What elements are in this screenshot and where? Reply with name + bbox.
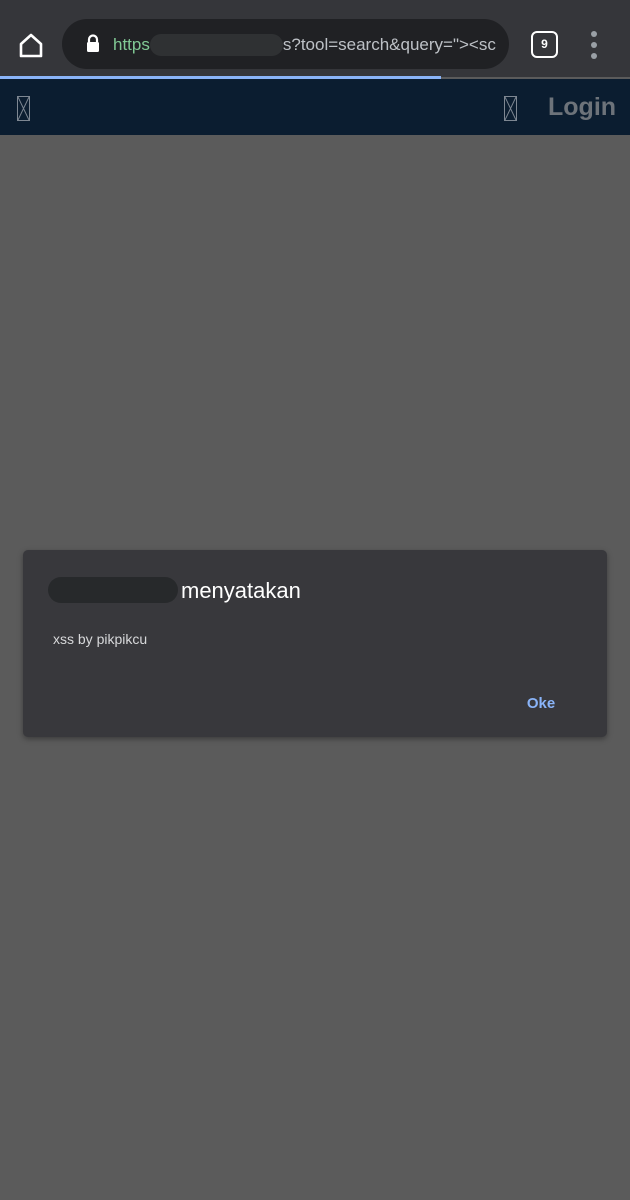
url-scheme: https — [113, 35, 150, 54]
menu-dot — [591, 42, 597, 48]
more-menu-icon[interactable] — [585, 31, 603, 59]
url-text[interactable]: https s?tool=search&query="><scr — [113, 33, 496, 57]
site-name-redaction — [48, 577, 178, 604]
missing-glyph-icon[interactable] — [504, 96, 517, 121]
url-path: s?tool=search&query="><scr — [282, 35, 496, 54]
menu-dot — [591, 53, 597, 59]
menu-dot — [591, 31, 597, 37]
address-bar[interactable]: https s?tool=search&query="><scr — [62, 19, 509, 69]
dialog-title: menyatakan — [48, 576, 301, 606]
home-icon[interactable] — [12, 26, 50, 64]
tab-switcher-button[interactable]: 9 — [531, 31, 558, 58]
alert-dialog: menyatakan xss by pikpikcu Oke — [23, 550, 607, 737]
site-header: Login — [0, 79, 630, 135]
url-redaction — [149, 33, 283, 56]
lock-icon[interactable] — [82, 33, 104, 55]
dialog-title-text: menyatakan — [181, 578, 301, 603]
missing-glyph-icon[interactable] — [17, 96, 30, 121]
dialog-message: xss by pikpikcu — [53, 631, 148, 647]
login-link[interactable]: Login — [548, 92, 616, 122]
ok-button[interactable]: Oke — [513, 692, 569, 716]
browser-toolbar: https s?tool=search&query="><scr 9 — [0, 0, 630, 77]
